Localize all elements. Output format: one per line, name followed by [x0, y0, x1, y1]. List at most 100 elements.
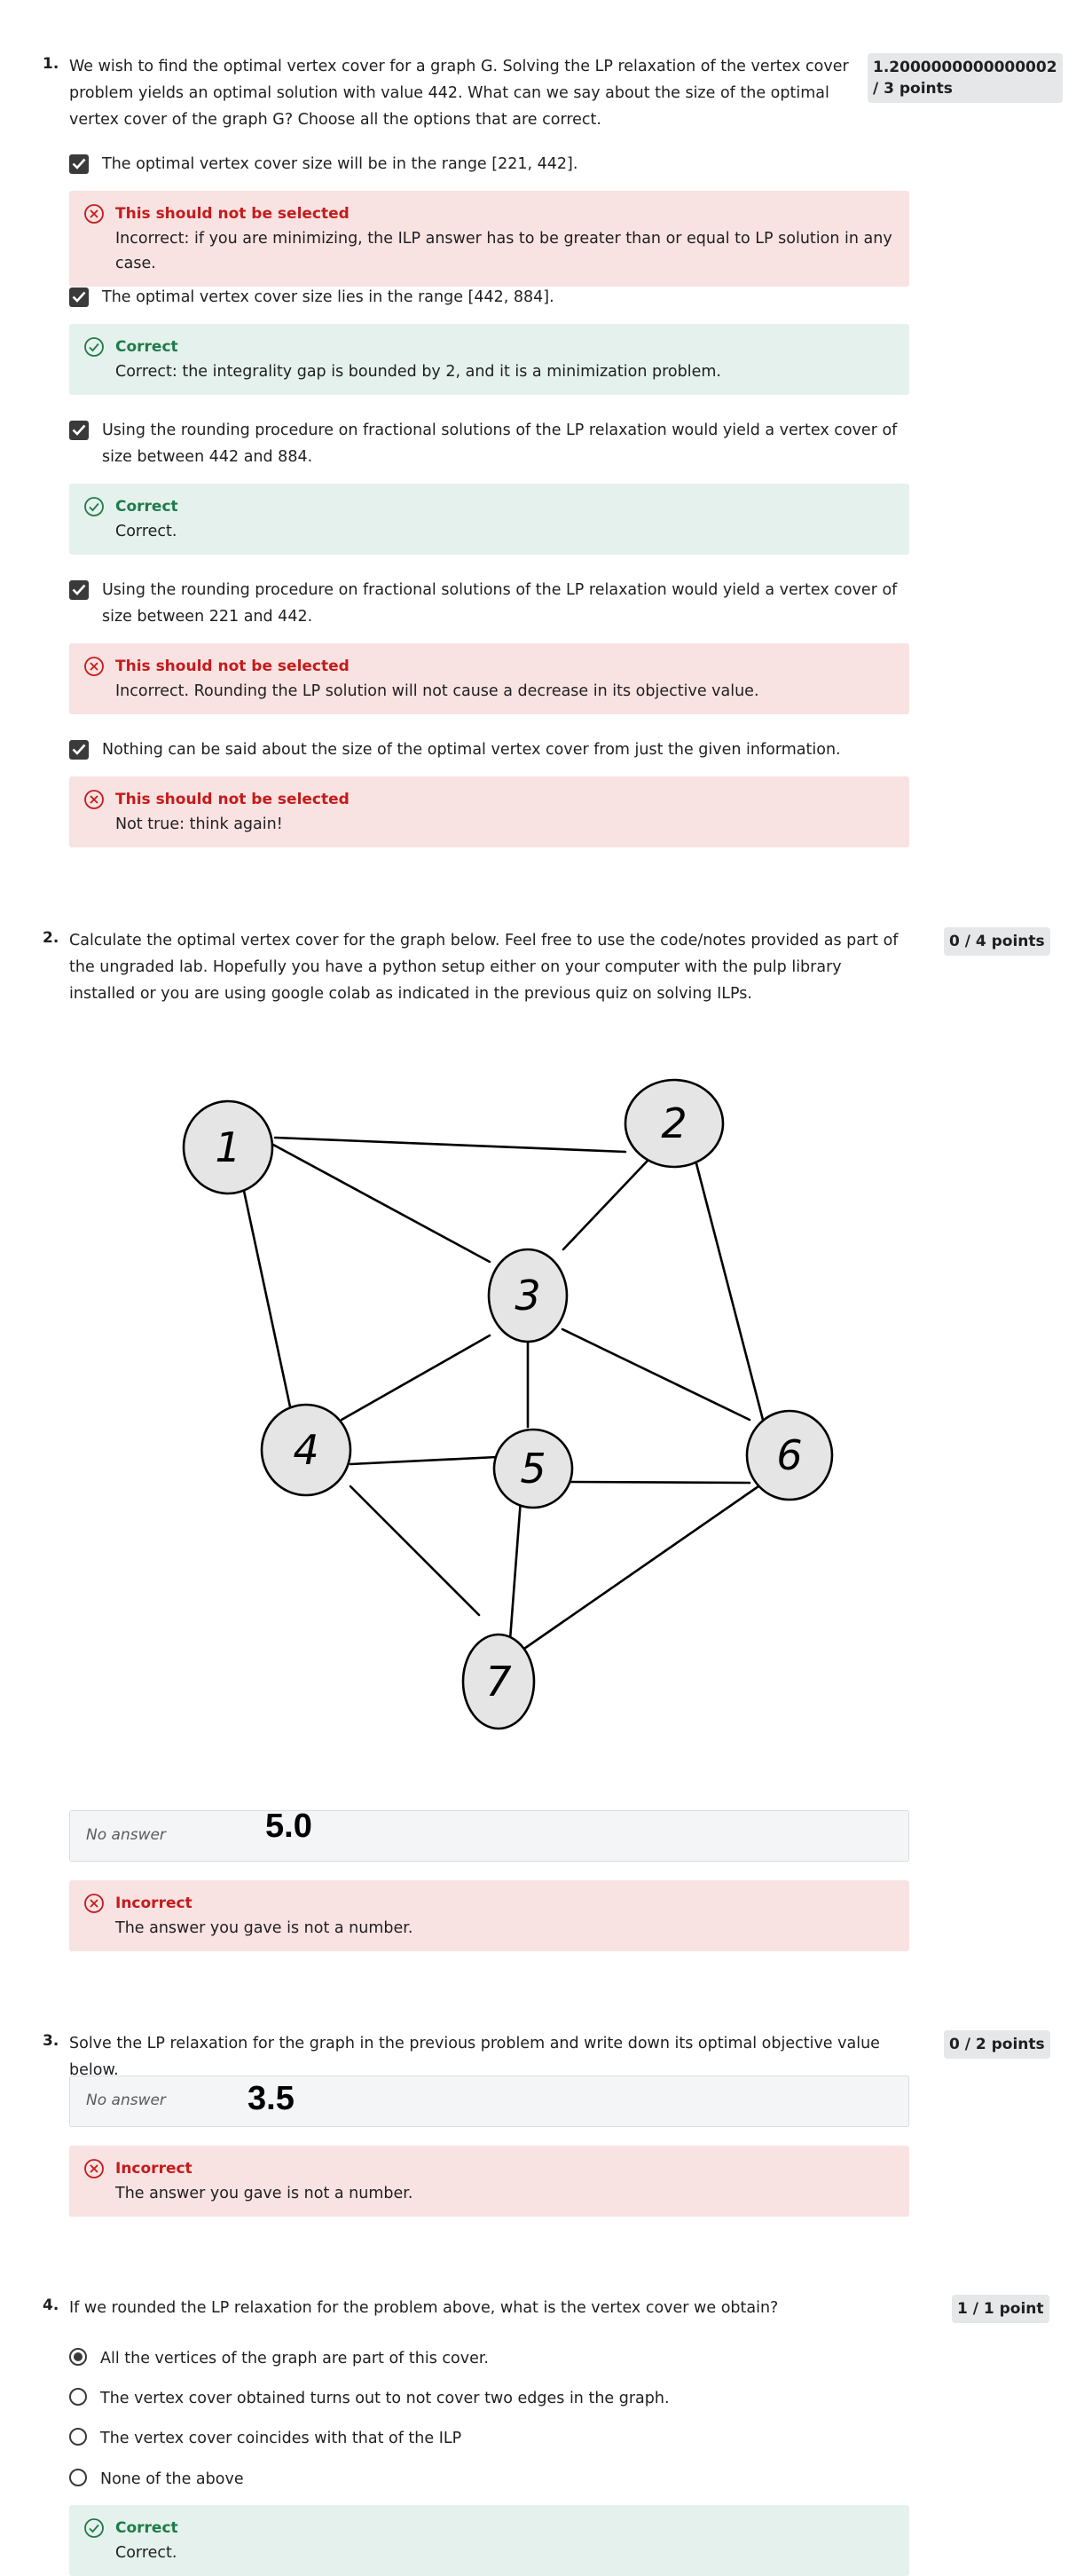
feedback-title: This should not be selected — [115, 791, 350, 808]
points-badge: 0 / 2 points — [944, 2030, 1050, 2059]
checkbox-checked-icon[interactable] — [69, 421, 89, 440]
feedback-incorrect: This should not be selected Incorrect. R… — [69, 643, 909, 714]
radio-option[interactable]: The vertex cover obtained turns out to n… — [69, 2385, 670, 2412]
graph-edge — [271, 1143, 491, 1264]
option-label: None of the above — [100, 2470, 244, 2488]
option-label: The optimal vertex cover size will be in… — [102, 155, 578, 173]
radio-option[interactable]: The vertex cover coincides with that of … — [69, 2425, 461, 2452]
question-text: We wish to find the optimal vertex cover… — [69, 58, 849, 129]
graph-edge — [520, 1485, 760, 1652]
question-text: Calculate the optimal vertex cover for t… — [69, 932, 899, 1003]
question-number: 2. — [43, 929, 59, 947]
graph-edge — [349, 1455, 499, 1466]
answer-placeholder: No answer — [86, 2092, 166, 2109]
answer-value: 5.0 — [265, 1808, 312, 1845]
feedback-message: Correct. — [115, 2544, 177, 2562]
graph-node-label: 5 — [520, 1445, 546, 1493]
checkbox-checked-icon[interactable] — [69, 288, 89, 307]
x-circle-icon — [84, 204, 104, 224]
graph-node-label: 4 — [293, 1426, 318, 1474]
feedback-incorrect: This should not be selected Not true: th… — [69, 776, 909, 847]
question-text: If we rounded the LP relaxation for the … — [69, 2299, 779, 2317]
feedback-message: The answer you gave is not a number. — [115, 1919, 413, 1937]
checkbox-option[interactable]: Nothing can be said about the size of th… — [69, 737, 841, 763]
x-circle-icon — [84, 1894, 104, 1913]
feedback-message: Incorrect: if you are minimizing, the IL… — [115, 230, 892, 272]
check-circle-icon — [84, 497, 104, 516]
answer-field[interactable]: No answer 5.0 — [69, 1808, 909, 1862]
points-score: 1.2000000000000002 — [873, 59, 1057, 76]
graph-edges — [240, 1136, 765, 1652]
graph-edge — [349, 1485, 481, 1617]
radio-option[interactable]: All the vertices of the graph are part o… — [69, 2345, 489, 2372]
question-number: 3. — [43, 2032, 59, 2050]
question-number: 1. — [43, 55, 59, 73]
radio-icon[interactable] — [69, 2469, 87, 2486]
option-label: Using the rounding procedure on fraction… — [102, 421, 898, 466]
feedback-message: The answer you gave is not a number. — [115, 2185, 413, 2202]
graph-edge — [562, 1159, 649, 1251]
feedback-title: Incorrect — [115, 1895, 192, 1912]
feedback-incorrect: Incorrect The answer you gave is not a n… — [69, 2146, 909, 2217]
graph-edge — [340, 1334, 491, 1422]
graph-edge — [561, 1327, 751, 1422]
points-badge: 0 / 4 points — [944, 927, 1050, 956]
option-label: The vertex cover obtained turns out to n… — [100, 2390, 670, 2407]
graph-edge — [273, 1136, 627, 1154]
feedback-correct: Correct Correct: the integrality gap is … — [69, 324, 909, 395]
radio-option[interactable]: None of the above — [69, 2466, 244, 2493]
feedback-title: Correct — [115, 338, 178, 356]
feedback-message: Not true: think again! — [115, 815, 283, 833]
answer-value: 3.5 — [247, 2080, 295, 2117]
graph-edge — [569, 1480, 751, 1485]
graph-node-label: 3 — [515, 1272, 540, 1320]
x-circle-icon — [84, 790, 104, 809]
feedback-correct: Correct Correct. — [69, 484, 909, 555]
graph-node-label: 2 — [661, 1099, 687, 1147]
check-circle-icon — [84, 2518, 104, 2538]
feedback-message: Correct. — [115, 523, 177, 540]
points-badge: 1.2000000000000002 / 3 points — [868, 53, 1063, 103]
x-circle-icon — [84, 657, 104, 676]
checkbox-checked-icon[interactable] — [69, 154, 89, 174]
feedback-title: Incorrect — [115, 2160, 192, 2178]
radio-selected-icon[interactable] — [69, 2348, 87, 2366]
feedback-title: This should not be selected — [115, 658, 350, 675]
graph-nodes — [182, 1078, 834, 1730]
graph-node-label: 7 — [485, 1658, 511, 1706]
option-label: Using the rounding procedure on fraction… — [102, 581, 898, 626]
option-label: All the vertices of the graph are part o… — [100, 2350, 489, 2367]
feedback-correct: Correct Correct. — [69, 2505, 909, 2576]
checkbox-checked-icon[interactable] — [69, 740, 89, 760]
feedback-incorrect: This should not be selected Incorrect: i… — [69, 191, 909, 287]
radio-icon[interactable] — [69, 2428, 87, 2446]
feedback-message: Correct: the integrality gap is bounded … — [115, 363, 721, 381]
checkbox-option[interactable]: Using the rounding procedure on fraction… — [69, 577, 909, 630]
option-label: Nothing can be said about the size of th… — [102, 741, 841, 759]
check-circle-icon — [84, 337, 104, 357]
graph-diagram: 1 2 3 4 5 6 7 — [182, 1078, 834, 1730]
graph-edge — [240, 1177, 293, 1413]
feedback-message: Incorrect. Rounding the LP solution will… — [115, 682, 759, 700]
feedback-title: Correct — [115, 498, 178, 516]
graph-edge — [690, 1145, 765, 1422]
feedback-title: This should not be selected — [115, 205, 350, 223]
checkbox-checked-icon[interactable] — [69, 580, 89, 600]
graph-edge — [508, 1498, 522, 1642]
checkbox-option[interactable]: Using the rounding procedure on fraction… — [69, 417, 909, 470]
graph-node-label: 6 — [776, 1431, 802, 1479]
feedback-title: Correct — [115, 2519, 178, 2537]
option-label: The optimal vertex cover size lies in th… — [102, 288, 554, 306]
x-circle-icon — [84, 2159, 104, 2178]
checkbox-option[interactable]: The optimal vertex cover size will be in… — [69, 151, 577, 177]
answer-field[interactable]: No answer 3.5 — [69, 2076, 909, 2127]
points-badge: 1 / 1 point — [952, 2295, 1049, 2323]
answer-placeholder: No answer — [86, 1826, 166, 1844]
option-label: The vertex cover coincides with that of … — [100, 2430, 462, 2447]
question-number: 4. — [43, 2296, 59, 2314]
checkbox-option[interactable]: The optimal vertex cover size lies in th… — [69, 284, 554, 311]
points-total: / 3 points — [873, 80, 953, 98]
radio-icon[interactable] — [69, 2388, 87, 2406]
feedback-incorrect: Incorrect The answer you gave is not a n… — [69, 1880, 909, 1951]
graph-node-label: 1 — [215, 1123, 240, 1171]
